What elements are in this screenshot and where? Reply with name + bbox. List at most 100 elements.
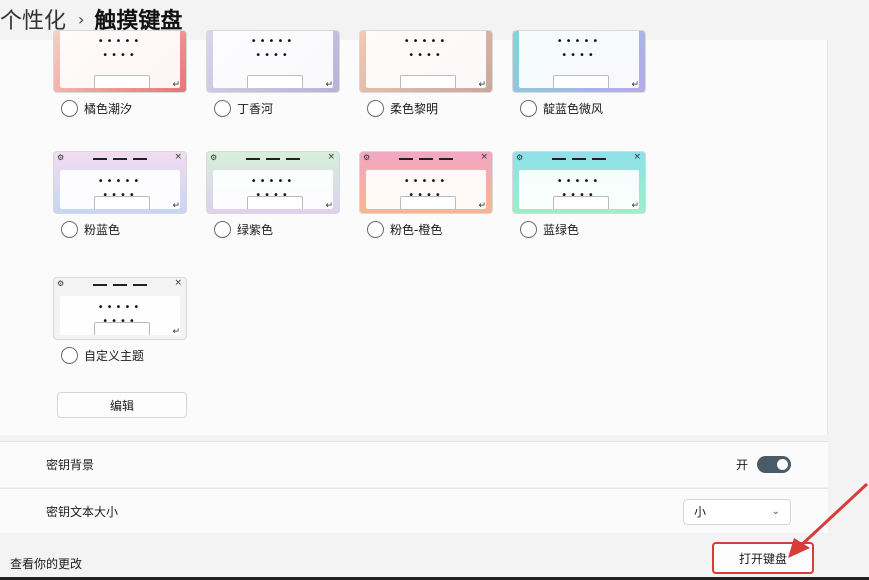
theme-preview[interactable]: ••••• •••• ↵ <box>359 30 493 93</box>
preview-keys: ••••• •••• <box>519 170 639 209</box>
footer: 查看你的更改 打开键盘 <box>0 533 869 580</box>
key-dots: •••• <box>561 50 597 61</box>
enter-icon: ↵ <box>478 80 486 90</box>
spacebar <box>247 75 303 88</box>
radio-button[interactable] <box>214 100 231 117</box>
spacebar <box>94 75 150 88</box>
key-dots: •••• <box>255 50 291 61</box>
preview-title-bar <box>54 278 186 292</box>
key-background-toggle[interactable] <box>757 456 791 473</box>
enter-icon: ↵ <box>172 80 180 90</box>
key-dots: •••• <box>408 50 444 61</box>
theme-radio-row[interactable]: 靛蓝色微风 <box>512 100 646 117</box>
key-dots: ••••• <box>403 36 449 47</box>
key-dots: •••• <box>102 50 138 61</box>
theme-radio-row[interactable]: 自定义主题 <box>53 347 187 364</box>
preview-keys: ••••• •••• <box>519 31 639 88</box>
spacebar <box>553 196 609 209</box>
close-icon: × <box>174 152 182 162</box>
key-dots: ••••• <box>556 36 602 47</box>
theme-option[interactable]: ••••• •••• ↵ 橘色潮汐 <box>53 30 187 117</box>
spacebar <box>553 75 609 88</box>
edit-theme-button[interactable]: 编辑 <box>57 392 187 418</box>
theme-option[interactable]: ⚙ × ••••• •••• ↵ 绿紫色 <box>206 151 340 238</box>
theme-name: 自定义主题 <box>84 349 145 363</box>
key-dots: ••••• <box>97 36 143 47</box>
preview-title-bar <box>513 152 645 166</box>
theme-preview[interactable]: ⚙ × ••••• •••• ↵ <box>359 151 493 214</box>
preview-title-bar <box>360 152 492 166</box>
theme-option[interactable]: ⚙ × ••••• •••• ↵ 蓝绿色 <box>512 151 646 238</box>
radio-button[interactable] <box>367 100 384 117</box>
spacebar <box>400 196 456 209</box>
preview-title-bar <box>207 152 339 166</box>
enter-icon: ↵ <box>325 201 333 211</box>
key-dots: ••••• <box>97 176 143 187</box>
close-icon: × <box>174 278 182 288</box>
preview-keys: ••••• •••• <box>213 170 333 209</box>
open-keyboard-button[interactable]: 打开键盘 <box>712 542 814 574</box>
theme-radio-row[interactable]: 粉色-橙色 <box>359 221 493 238</box>
theme-radio-row[interactable]: 蓝绿色 <box>512 221 646 238</box>
theme-option[interactable]: ⚙ × ••••• •••• ↵ 粉色-橙色 <box>359 151 493 238</box>
close-icon: × <box>633 152 641 162</box>
close-icon: × <box>480 152 488 162</box>
chevron-down-icon: ⌄ <box>771 506 780 517</box>
key-dots: ••••• <box>403 176 449 187</box>
theme-preview[interactable]: ⚙ × ••••• •••• ↵ <box>512 151 646 214</box>
theme-name: 蓝绿色 <box>543 223 580 237</box>
preview-keys: ••••• •••• <box>366 31 486 88</box>
toggle-state-label: 开 <box>735 458 748 472</box>
theme-preview[interactable]: ⚙ × ••••• •••• ↵ <box>53 277 187 340</box>
theme-radio-row[interactable]: 丁香河 <box>206 100 340 117</box>
radio-button[interactable] <box>214 221 231 238</box>
toggle-knob <box>777 459 788 470</box>
theme-radio-row[interactable]: 柔色黎明 <box>359 100 493 117</box>
theme-name: 绿紫色 <box>237 223 274 237</box>
key-dots: ••••• <box>97 302 143 313</box>
select-value: 小 <box>694 505 707 519</box>
key-text-size-row: 密钥文本大小 小 ⌄ <box>0 488 828 534</box>
theme-preview[interactable]: ⚙ × ••••• •••• ↵ <box>206 151 340 214</box>
theme-option[interactable]: ••••• •••• ↵ 柔色黎明 <box>359 30 493 117</box>
theme-option[interactable]: ⚙ × ••••• •••• ↵ 自定义主题 <box>53 277 187 364</box>
theme-preview[interactable]: ••••• •••• ↵ <box>206 30 340 93</box>
theme-panel: ••••• •••• ↵ 橘色潮汐 ••••• •••• ↵ 丁香河 •••••… <box>0 30 828 435</box>
theme-name: 柔色黎明 <box>390 102 439 116</box>
radio-button[interactable] <box>61 100 78 117</box>
theme-name: 丁香河 <box>237 102 274 116</box>
theme-option[interactable]: ••••• •••• ↵ 靛蓝色微风 <box>512 30 646 117</box>
radio-button[interactable] <box>520 100 537 117</box>
theme-option[interactable]: ⚙ × ••••• •••• ↵ 粉蓝色 <box>53 151 187 238</box>
theme-option[interactable]: ••••• •••• ↵ 丁香河 <box>206 30 340 117</box>
radio-button[interactable] <box>61 221 78 238</box>
theme-radio-row[interactable]: 粉蓝色 <box>53 221 187 238</box>
enter-icon: ↵ <box>478 201 486 211</box>
preview-keys: ••••• •••• <box>60 296 180 335</box>
theme-preview[interactable]: ••••• •••• ↵ <box>53 30 187 93</box>
enter-icon: ↵ <box>325 80 333 90</box>
breadcrumb-separator-icon: › <box>78 9 85 29</box>
key-dots: ••••• <box>250 176 296 187</box>
theme-name: 橘色潮汐 <box>84 102 133 116</box>
spacebar <box>400 75 456 88</box>
theme-preview[interactable]: ⚙ × ••••• •••• ↵ <box>53 151 187 214</box>
theme-preview[interactable]: ••••• •••• ↵ <box>512 30 646 93</box>
theme-name: 粉色-橙色 <box>390 223 443 237</box>
preview-keys: ••••• •••• <box>60 31 180 88</box>
theme-radio-row[interactable]: 橘色潮汐 <box>53 100 187 117</box>
theme-name: 粉蓝色 <box>84 223 121 237</box>
key-background-row: 密钥背景 开 <box>0 441 828 487</box>
radio-button[interactable] <box>367 221 384 238</box>
preview-title-bar <box>54 152 186 166</box>
spacebar <box>247 196 303 209</box>
close-icon: × <box>327 152 335 162</box>
key-text-size-select[interactable]: 小 ⌄ <box>683 498 791 525</box>
theme-radio-row[interactable]: 绿紫色 <box>206 221 340 238</box>
view-changes-label: 查看你的更改 <box>10 557 83 571</box>
radio-button[interactable] <box>520 221 537 238</box>
key-text-size-label: 密钥文本大小 <box>46 505 119 519</box>
preview-keys: ••••• •••• <box>366 170 486 209</box>
enter-icon: ↵ <box>172 201 180 211</box>
radio-button[interactable] <box>61 347 78 364</box>
